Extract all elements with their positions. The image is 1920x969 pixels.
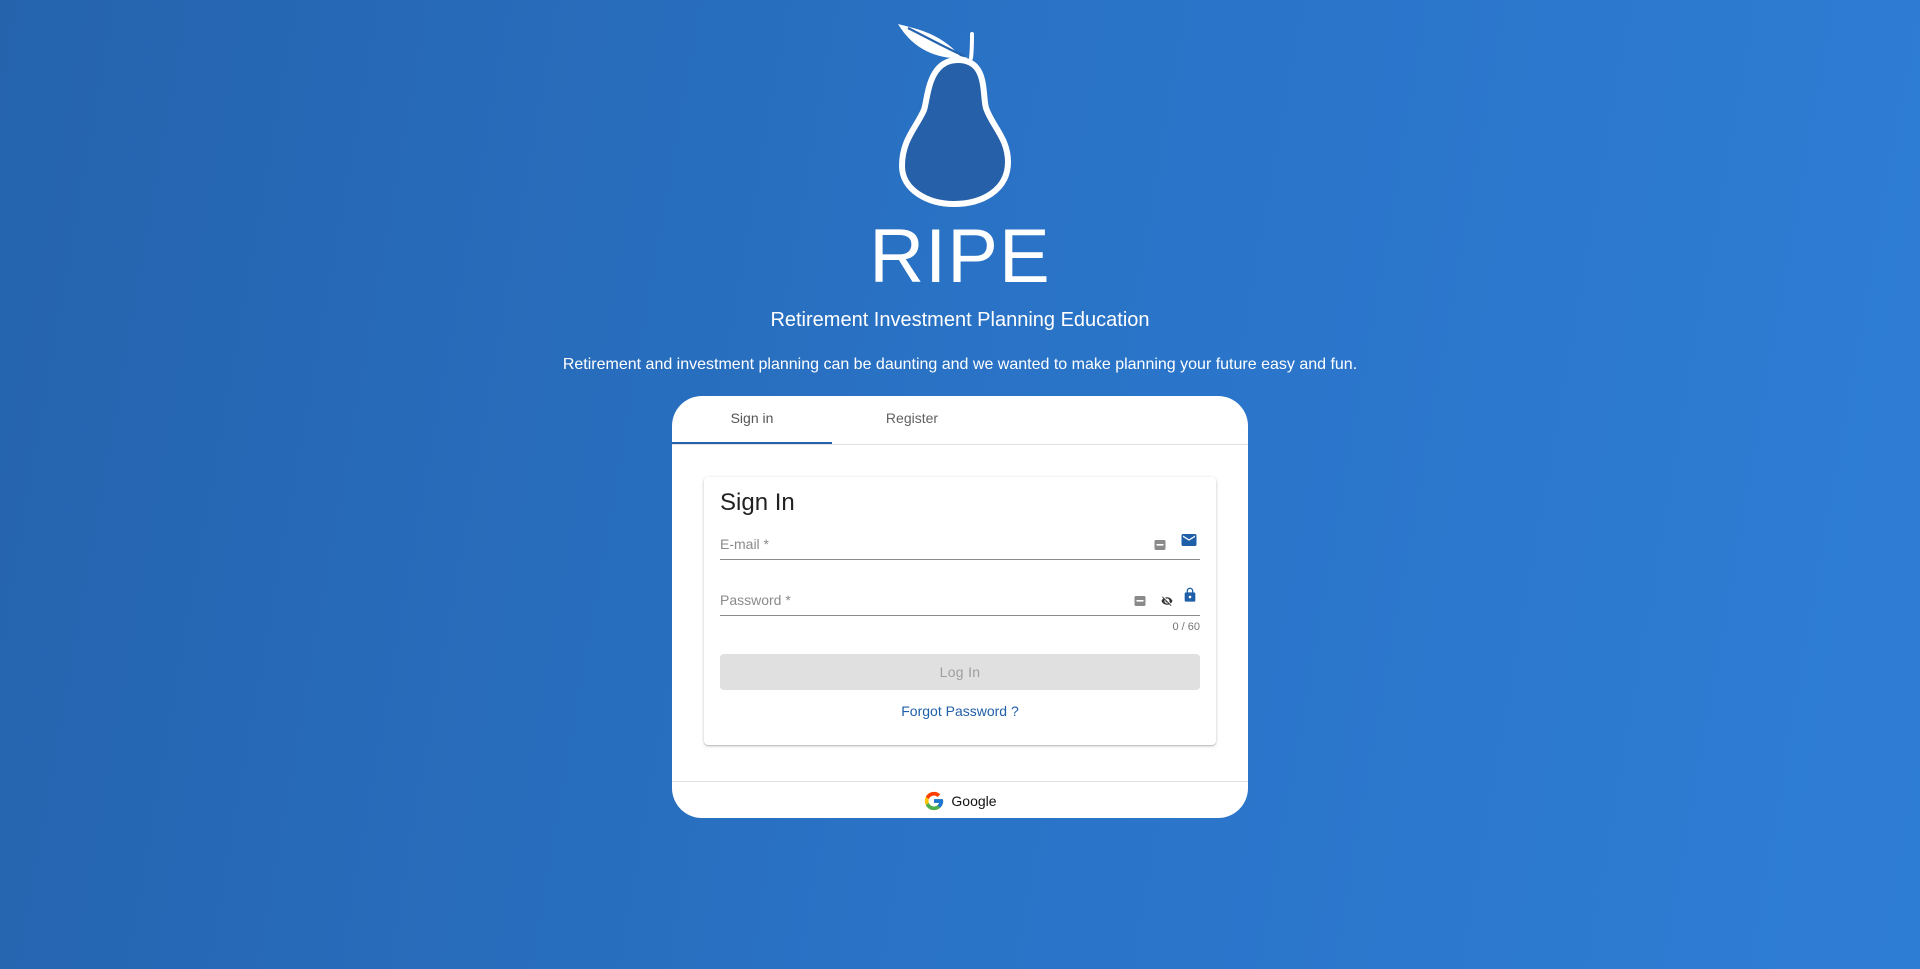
lock-icon	[1184, 587, 1196, 602]
brand-name: RIPE	[869, 214, 1051, 299]
auth-card: Sign in Register Sign In E-mail * 0 / 60…	[672, 396, 1248, 818]
tab-sign-in[interactable]: Sign in	[672, 396, 832, 444]
login-button[interactable]: Log In	[720, 654, 1200, 690]
divider	[672, 781, 1248, 782]
brand-description: Retirement and investment planning can b…	[562, 356, 1358, 373]
forgot-password-link[interactable]: Forgot Password ?	[704, 703, 1216, 719]
autofill-icon[interactable]	[1154, 539, 1166, 551]
tab-register[interactable]: Register	[832, 396, 992, 444]
google-icon	[925, 791, 944, 811]
visibility-off-icon[interactable]	[1160, 595, 1174, 607]
autofill-icon[interactable]	[1134, 595, 1146, 607]
mail-icon	[1181, 534, 1197, 546]
google-sign-in-button[interactable]: Google	[672, 788, 1248, 814]
password-input[interactable]	[720, 589, 1120, 611]
google-label: Google	[951, 793, 997, 809]
password-field	[720, 585, 1200, 616]
email-field	[720, 529, 1200, 560]
sign-in-form: Sign In 0 / 60 Log In	[704, 477, 1216, 745]
auth-tabs: Sign in Register	[672, 396, 1248, 445]
email-input[interactable]	[720, 533, 1120, 555]
brand-tagline: Retirement Investment Planning Education	[770, 309, 1150, 331]
sign-in-title: Sign In	[720, 489, 795, 516]
password-counter: 0 / 60	[1172, 621, 1200, 633]
pear-logo-icon	[898, 24, 1012, 208]
